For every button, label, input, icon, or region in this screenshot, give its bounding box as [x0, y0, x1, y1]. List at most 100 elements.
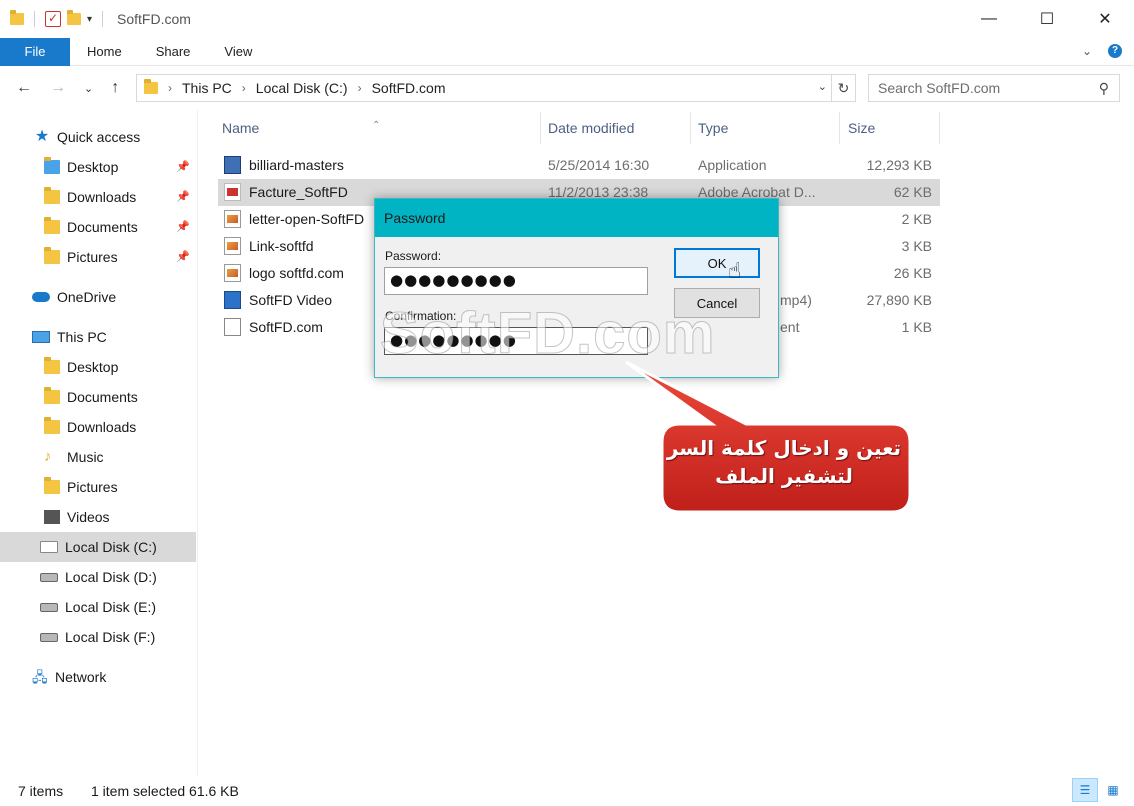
close-button[interactable]: ✕ [1076, 0, 1134, 38]
details-view-icon[interactable]: ☰ [1072, 778, 1098, 802]
sidebar-item-label: Documents [67, 219, 138, 235]
computer-icon [32, 331, 50, 343]
sidebar-item-local-disk-c[interactable]: Local Disk (C:) [0, 532, 196, 562]
pin-icon[interactable]: 📌 [176, 160, 190, 173]
pin-icon[interactable]: 📌 [176, 220, 190, 233]
address-dropdown-icon[interactable]: ⌄ [818, 80, 827, 93]
password-label: Password: [385, 249, 442, 263]
help-icon[interactable]: ? [1108, 44, 1122, 58]
column-header-type[interactable]: Type [698, 120, 728, 136]
address-bar[interactable]: › This PC › Local Disk (C:) › SoftFD.com… [136, 74, 856, 102]
sidebar-item-pictures-pinned[interactable]: Pictures 📌 [0, 242, 196, 272]
sidebar-item-quick-access[interactable]: ★ Quick access [0, 122, 196, 152]
sidebar-item-label: Local Disk (D:) [65, 569, 157, 585]
sidebar-item-label: Documents [67, 389, 138, 405]
customize-dropdown-icon[interactable]: ▾ [87, 14, 92, 25]
maximize-button[interactable]: ☐ [1018, 0, 1076, 38]
search-icon[interactable]: ⚲ [1099, 80, 1109, 97]
sidebar-item-documents[interactable]: Documents [0, 382, 196, 412]
search-input[interactable]: Search SoftFD.com ⚲ [868, 74, 1120, 102]
column-header-date[interactable]: Date modified [548, 120, 634, 136]
file-name: Facture_SoftFD [249, 184, 348, 200]
file-name: letter-open-SoftFD [249, 211, 365, 227]
sidebar-item-label: Local Disk (C:) [65, 539, 157, 555]
column-header-size[interactable]: Size [848, 120, 875, 136]
column-divider[interactable] [690, 112, 691, 144]
ok-button[interactable]: OK [674, 248, 760, 278]
tab-file[interactable]: File [0, 37, 70, 66]
folder-icon [144, 79, 158, 94]
back-arrow-icon[interactable]: ← [16, 79, 32, 97]
window-controls: — ☐ ✕ [960, 0, 1134, 38]
documents-folder-icon [44, 387, 60, 404]
tab-home[interactable]: Home [70, 44, 139, 59]
tab-share[interactable]: Share [139, 44, 208, 59]
sidebar-item-label: Network [55, 669, 107, 685]
sidebar-item-label: Pictures [67, 479, 118, 495]
navigation-bar: ← → ⌄ ↑ › This PC › Local Disk (C:) › So… [0, 70, 1134, 106]
sidebar-item-label: Pictures [67, 249, 118, 265]
network-icon: 🖧 [32, 669, 48, 685]
column-divider[interactable] [540, 112, 541, 144]
breadcrumb-this-pc[interactable]: This PC [182, 80, 232, 96]
recent-locations-icon[interactable]: ⌄ [84, 82, 93, 95]
sidebar-item-local-disk-d[interactable]: Local Disk (D:) [0, 562, 196, 592]
sidebar-item-label: Local Disk (E:) [65, 599, 157, 615]
sidebar-item-videos[interactable]: Videos [0, 502, 196, 532]
navigation-pane: ★ Quick access Desktop 📌 Downloads 📌 Doc… [0, 110, 198, 776]
expand-ribbon-icon[interactable]: ⌄ [1082, 44, 1092, 58]
cloud-icon [32, 292, 50, 302]
sidebar-item-label: Local Disk (F:) [65, 629, 156, 645]
breadcrumb-softfd[interactable]: SoftFD.com [372, 80, 446, 96]
file-size: 12,293 KB [866, 157, 932, 173]
file-type: Application [698, 157, 767, 173]
sort-ascending-icon: ⌃ [372, 120, 381, 131]
new-folder-icon[interactable] [67, 10, 81, 25]
file-name: SoftFD Video [249, 292, 333, 308]
sidebar-item-local-disk-f[interactable]: Local Disk (F:) [0, 622, 196, 652]
file-name: logo softfd.com [249, 265, 344, 281]
chevron-right-icon[interactable]: › [358, 81, 362, 95]
music-icon: ♪ [44, 448, 52, 465]
sidebar-item-documents-pinned[interactable]: Documents 📌 [0, 212, 196, 242]
tab-view[interactable]: View [207, 44, 269, 59]
sidebar-item-desktop-pinned[interactable]: Desktop 📌 [0, 152, 196, 182]
pin-icon[interactable]: 📌 [176, 190, 190, 203]
table-row[interactable]: billiard-masters 5/25/2014 16:30 Applica… [218, 152, 940, 179]
file-size: 3 KB [901, 238, 932, 254]
up-arrow-icon[interactable]: ↑ [111, 79, 119, 97]
sidebar-item-desktop[interactable]: Desktop [0, 352, 196, 382]
file-type: mp4) [780, 292, 812, 308]
refresh-icon[interactable]: ↻ [831, 75, 855, 101]
text-file-icon [224, 318, 241, 336]
quick-access-toolbar: ✓ ▾ [0, 10, 107, 27]
large-icons-view-icon[interactable]: ▦ [1100, 778, 1126, 802]
file-name: SoftFD.com [249, 319, 323, 335]
sidebar-item-downloads-pinned[interactable]: Downloads 📌 [0, 182, 196, 212]
sidebar-item-network[interactable]: 🖧 Network [0, 662, 196, 692]
pdf-icon [224, 183, 241, 201]
column-divider[interactable] [839, 112, 840, 144]
sidebar-item-label: Quick access [57, 129, 141, 145]
column-divider[interactable] [939, 112, 940, 144]
properties-check-icon[interactable]: ✓ [45, 11, 61, 27]
sidebar-item-pictures[interactable]: Pictures [0, 472, 196, 502]
chevron-right-icon[interactable]: › [242, 81, 246, 95]
sidebar-item-onedrive[interactable]: OneDrive [0, 282, 196, 312]
dialog-title: Password [375, 199, 778, 237]
sidebar-item-this-pc[interactable]: This PC [0, 322, 196, 352]
sidebar-item-local-disk-e[interactable]: Local Disk (E:) [0, 592, 196, 622]
file-size: 62 KB [893, 184, 932, 200]
column-header-name[interactable]: Name [222, 120, 259, 136]
chevron-right-icon[interactable]: › [168, 81, 172, 95]
sidebar-item-label: Videos [67, 509, 110, 525]
forward-arrow-icon[interactable]: → [50, 79, 66, 97]
pictures-folder-icon [44, 477, 60, 494]
pin-icon[interactable]: 📌 [176, 250, 190, 263]
sidebar-item-downloads[interactable]: Downloads [0, 412, 196, 442]
minimize-button[interactable]: — [960, 0, 1018, 38]
password-field[interactable]: ●●●●●●●●● [384, 267, 648, 295]
sidebar-item-music[interactable]: ♪ Music [0, 442, 196, 472]
breadcrumb-local-disk-c[interactable]: Local Disk (C:) [256, 80, 348, 96]
desktop-folder-icon [44, 357, 60, 374]
